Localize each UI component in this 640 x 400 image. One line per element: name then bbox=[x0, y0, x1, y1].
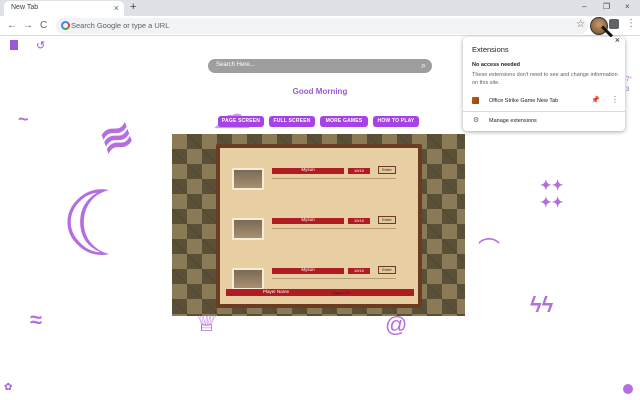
popup-description: These extensions don't need to see and c… bbox=[472, 72, 618, 86]
slot-divider bbox=[272, 178, 396, 179]
reload-icon[interactable]: C bbox=[40, 19, 47, 33]
cloud-doodle-icon: ☁ bbox=[212, 93, 252, 137]
slot-divider bbox=[272, 228, 396, 229]
omnibox[interactable]: Search Google or type a URL ☆ bbox=[56, 18, 588, 34]
settings-flower-icon[interactable]: ✿ bbox=[4, 382, 12, 393]
popup-divider bbox=[463, 111, 625, 112]
wave-doodle-icon: ≈ bbox=[30, 307, 43, 332]
slot-thumbnail bbox=[232, 168, 264, 190]
lightning-doodle-icon: ϟϟ bbox=[530, 292, 554, 317]
history-icon[interactable]: ↺ bbox=[36, 39, 45, 52]
browser-menu-icon[interactable]: ⋮ bbox=[626, 19, 636, 29]
scribble-doodle-icon: ≋ bbox=[93, 111, 141, 165]
bookmark-icon[interactable] bbox=[10, 40, 18, 50]
popup-subtitle: No access needed bbox=[472, 62, 520, 68]
save-slot[interactable]: Mysun 10/10 Enter bbox=[228, 160, 412, 206]
save-slot[interactable]: Mysun 10/10 Enter bbox=[228, 210, 412, 256]
extension-menu-icon[interactable]: ⋮ bbox=[611, 95, 619, 104]
tab-title: New Tab bbox=[11, 4, 39, 11]
page-screen-button[interactable]: PAGE SCREEN bbox=[218, 116, 264, 127]
save-slots-panel: Mysun 10/10 Enter Mysun 10/10 Enter Mysu… bbox=[216, 144, 422, 308]
slot-enter-button[interactable]: Enter bbox=[378, 266, 396, 274]
squiggle-doodle-icon: ~ bbox=[18, 109, 29, 129]
slot-enter-button[interactable]: Enter bbox=[378, 166, 396, 174]
slot-name: Mysun bbox=[301, 267, 315, 272]
google-icon bbox=[61, 21, 70, 30]
how-to-play-button[interactable]: HOW TO PLAY bbox=[373, 116, 419, 127]
search-input[interactable]: Search Here... ⌕ bbox=[208, 59, 432, 73]
save-slot[interactable]: Mysun 10/10 Enter bbox=[228, 260, 412, 306]
extension-icon bbox=[472, 97, 479, 104]
back-icon[interactable]: ← bbox=[7, 19, 17, 33]
tab-new-tab[interactable]: New Tab × bbox=[4, 1, 124, 16]
browser-toolbar: ← → C Search Google or type a URL ☆ bbox=[0, 16, 640, 36]
gear-icon: ⚙ bbox=[473, 117, 480, 124]
manage-extensions-link[interactable]: Manage extensions bbox=[489, 118, 537, 124]
side-text: 7° bbox=[626, 77, 632, 83]
slot-thumbnail bbox=[232, 218, 264, 240]
slot-thumbnail bbox=[232, 268, 264, 290]
slot-count: 10/10 bbox=[348, 268, 370, 274]
game-preview[interactable]: Mysun 10/10 Enter Mysun 10/10 Enter Mysu… bbox=[172, 134, 465, 316]
popup-close-icon[interactable]: × bbox=[615, 35, 620, 45]
tab-close-icon[interactable]: × bbox=[114, 2, 119, 14]
slot-name: Mysun bbox=[301, 167, 315, 172]
restore-icon[interactable]: ❐ bbox=[603, 2, 610, 11]
slot-name: Mysun bbox=[301, 217, 315, 222]
slot-divider bbox=[272, 278, 396, 279]
arc-doodle-icon: ⌒ bbox=[478, 237, 501, 262]
sparkles-doodle-icon: ✦✦ ✦✦ bbox=[540, 177, 564, 210]
pin-icon[interactable]: 📌 bbox=[591, 96, 600, 104]
forward-icon[interactable]: → bbox=[23, 19, 33, 33]
slot-count: 10/10 bbox=[348, 218, 370, 224]
extensions-popup: Extensions × No access needed These exte… bbox=[463, 35, 625, 131]
popup-title: Extensions bbox=[472, 45, 509, 54]
moon-doodle-icon: ☾ bbox=[60, 175, 141, 275]
omnibox-placeholder: Search Google or type a URL bbox=[71, 21, 170, 30]
slot-count: 10/10 bbox=[348, 168, 370, 174]
search-placeholder: Search Here... bbox=[216, 62, 255, 68]
extensions-puzzle-icon[interactable] bbox=[609, 19, 619, 29]
extension-name[interactable]: Office Strike Game New Tab bbox=[489, 98, 558, 104]
new-tab-button[interactable]: + bbox=[130, 1, 136, 14]
page-indicator: Pages 1/3 bbox=[332, 290, 351, 295]
player-name: Player Name bbox=[262, 289, 289, 294]
minimize-icon[interactable]: – bbox=[582, 2, 586, 11]
window-close-icon[interactable]: × bbox=[625, 2, 630, 11]
full-screen-button[interactable]: FULL SCREEN bbox=[269, 116, 315, 127]
search-icon[interactable]: ⌕ bbox=[421, 60, 426, 71]
bookmark-star-icon[interactable]: ☆ bbox=[576, 19, 585, 30]
more-games-button[interactable]: MORE GAMES bbox=[320, 116, 368, 127]
corner-round-button[interactable] bbox=[623, 384, 633, 394]
tab-strip: New Tab × + – ❐ × bbox=[0, 0, 640, 16]
slot-enter-button[interactable]: Enter bbox=[378, 216, 396, 224]
